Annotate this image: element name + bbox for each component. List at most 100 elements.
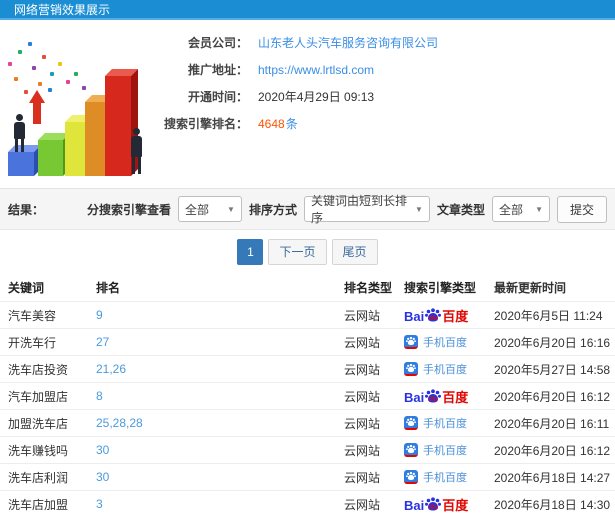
table-row: 加盟洗车店 25,28,28 云网站 手机百度 2020年6月20日 16:11 bbox=[0, 409, 615, 436]
result-label: 结果： bbox=[8, 202, 45, 217]
baidu-logo[interactable]: Bai du 百度 bbox=[404, 496, 468, 512]
caret-down-icon: ▼ bbox=[415, 204, 423, 214]
pagination: 1 下一页 尾页 bbox=[0, 230, 615, 274]
update-time-cell: 2020年6月5日 11:24 bbox=[494, 308, 603, 323]
mobile-baidu-label: 手机百度 bbox=[423, 418, 467, 430]
rank-link[interactable]: 25,28,28 bbox=[96, 416, 344, 430]
col-header-rank-type: 排名类型 bbox=[344, 281, 393, 295]
mobile-baidu-paw-icon bbox=[404, 416, 418, 430]
mobile-baidu-label: 手机百度 bbox=[423, 472, 467, 484]
baidu-paw-icon: du bbox=[425, 496, 442, 512]
baidu-logo-bai-text: Bai bbox=[404, 309, 425, 324]
baidu-paw-icon: du bbox=[425, 307, 442, 323]
col-header-engine-type: 搜索引擎类型 bbox=[404, 281, 477, 295]
info-row: 推广地址： https://www.lrtlsd.com bbox=[150, 61, 438, 88]
rank-type-cell: 云网站 bbox=[344, 416, 381, 431]
table-row: 汽车美容 9 云网站 Bai du 百度 2020年6月5日 11:24 bbox=[0, 301, 615, 328]
rank-type-cell: 云网站 bbox=[344, 362, 381, 377]
baidu-logo-du-text: du bbox=[428, 504, 438, 511]
rank-link[interactable]: 27 bbox=[96, 335, 344, 349]
chart-bar bbox=[8, 152, 34, 176]
filter-group: 分搜索引擎查看 全部 ▼ 排序方式 关键词由短到长排序 ▼ 文章类型 全部 ▼ … bbox=[87, 194, 607, 225]
last-page-button[interactable]: 尾页 bbox=[331, 239, 378, 265]
baidu-logo-du-text: du bbox=[428, 315, 438, 322]
chart-bar bbox=[38, 140, 63, 176]
engine-cell: 手机百度 bbox=[404, 334, 494, 350]
page-titlebar: 网络营销效果展示 bbox=[0, 0, 615, 20]
table-row: 洗车店加盟 3 云网站 Bai du 百度 2020年6月18日 14:30 bbox=[0, 490, 615, 517]
info-value[interactable]: 4648 bbox=[258, 117, 285, 131]
engine-cell: Bai du 百度 bbox=[404, 388, 494, 404]
bar-chart-illustration bbox=[2, 22, 152, 182]
baidu-logo-cn-text: 百度 bbox=[442, 309, 469, 324]
mobile-baidu-paw-icon bbox=[404, 443, 418, 457]
baidu-logo[interactable]: Bai du 百度 bbox=[404, 307, 468, 323]
info-value: 2020年4月29日 09:13 bbox=[258, 90, 375, 104]
info-label: 开通时间： bbox=[187, 90, 248, 104]
keyword-cell: 洗车店利润 bbox=[8, 470, 69, 485]
engine-view-value: 全部 bbox=[184, 202, 209, 217]
page-button-current[interactable]: 1 bbox=[237, 239, 264, 265]
sort-select[interactable]: 关键词由短到长排序 ▼ bbox=[303, 194, 430, 225]
baidu-logo[interactable]: Bai du 百度 bbox=[404, 388, 468, 404]
mobile-baidu-logo[interactable]: 手机百度 bbox=[404, 334, 467, 350]
info-row: 搜索引擎排名： 4648条 bbox=[150, 115, 438, 142]
keyword-cell: 汽车美容 bbox=[8, 308, 57, 323]
article-type-select[interactable]: 全部 ▼ bbox=[491, 196, 550, 222]
info-value[interactable]: 山东老人头汽车服务咨询有限公司 bbox=[258, 36, 438, 50]
filter-bar: 结果： 分搜索引擎查看 全部 ▼ 排序方式 关键词由短到长排序 ▼ 文章类型 全… bbox=[0, 188, 615, 230]
businessman-figure bbox=[129, 128, 144, 174]
table-row: 洗车店投资 21,26 云网站 手机百度 2020年5月27日 14:58 bbox=[0, 355, 615, 382]
engine-cell: Bai du 百度 bbox=[404, 496, 494, 512]
chart-bar bbox=[105, 76, 131, 176]
rank-link[interactable]: 9 bbox=[96, 308, 344, 322]
rank-link[interactable]: 30 bbox=[96, 470, 344, 484]
engine-cell: 手机百度 bbox=[404, 361, 494, 377]
unit-suffix: 条 bbox=[285, 117, 298, 131]
engine-cell: 手机百度 bbox=[404, 469, 494, 485]
rank-link[interactable]: 30 bbox=[96, 443, 344, 457]
article-type-label: 文章类型 bbox=[436, 202, 485, 217]
rank-type-cell: 云网站 bbox=[344, 443, 381, 458]
rank-type-cell: 云网站 bbox=[344, 308, 381, 323]
keyword-cell: 开洗车行 bbox=[8, 335, 57, 350]
rank-type-cell: 云网站 bbox=[344, 389, 381, 404]
submit-button[interactable]: 提交 bbox=[556, 195, 607, 223]
sort-label: 排序方式 bbox=[248, 202, 297, 217]
mobile-baidu-label: 手机百度 bbox=[423, 445, 467, 457]
keyword-cell: 加盟洗车店 bbox=[8, 416, 69, 431]
baidu-logo-bai-text: Bai bbox=[404, 390, 425, 405]
engine-cell: 手机百度 bbox=[404, 442, 494, 458]
article-type-value: 全部 bbox=[498, 202, 523, 217]
table-row: 开洗车行 27 云网站 手机百度 2020年6月20日 16:16 bbox=[0, 328, 615, 355]
mobile-baidu-logo[interactable]: 手机百度 bbox=[404, 361, 467, 377]
info-value[interactable]: https://www.lrtlsd.com bbox=[258, 63, 374, 77]
update-time-cell: 2020年6月20日 16:12 bbox=[494, 389, 611, 404]
engine-view-select[interactable]: 全部 ▼ bbox=[177, 196, 242, 222]
engine-cell: 手机百度 bbox=[404, 415, 494, 431]
update-time-cell: 2020年6月18日 14:27 bbox=[494, 470, 611, 485]
col-header-update-time: 最新更新时间 bbox=[494, 281, 567, 295]
keyword-cell: 汽车加盟店 bbox=[8, 389, 69, 404]
rank-link[interactable]: 21,26 bbox=[96, 362, 344, 376]
mobile-baidu-label: 手机百度 bbox=[423, 337, 467, 349]
next-page-button[interactable]: 下一页 bbox=[268, 239, 327, 265]
table-header-row: 关键词 排名 排名类型 搜索引擎类型 最新更新时间 bbox=[0, 274, 615, 301]
col-header-rank: 排名 bbox=[96, 281, 121, 295]
mobile-baidu-paw-icon bbox=[404, 335, 418, 349]
rank-link[interactable]: 8 bbox=[96, 389, 344, 403]
mobile-baidu-logo[interactable]: 手机百度 bbox=[404, 442, 467, 458]
info-label: 搜索引擎排名： bbox=[163, 117, 248, 131]
growth-arrow-icon bbox=[29, 90, 45, 124]
businessman-figure bbox=[12, 114, 27, 152]
mobile-baidu-logo[interactable]: 手机百度 bbox=[404, 415, 467, 431]
mobile-baidu-logo[interactable]: 手机百度 bbox=[404, 469, 467, 485]
baidu-logo-du-text: du bbox=[428, 396, 438, 403]
rank-link[interactable]: 3 bbox=[96, 497, 344, 511]
rank-type-cell: 云网站 bbox=[344, 470, 381, 485]
update-time-cell: 2020年6月20日 16:16 bbox=[494, 335, 611, 350]
table-row: 洗车赚钱吗 30 云网站 手机百度 2020年6月20日 16:12 bbox=[0, 436, 615, 463]
info-label: 推广地址： bbox=[187, 63, 248, 77]
keyword-cell: 洗车店加盟 bbox=[8, 497, 69, 512]
page-title: 网络营销效果展示 bbox=[14, 3, 111, 17]
